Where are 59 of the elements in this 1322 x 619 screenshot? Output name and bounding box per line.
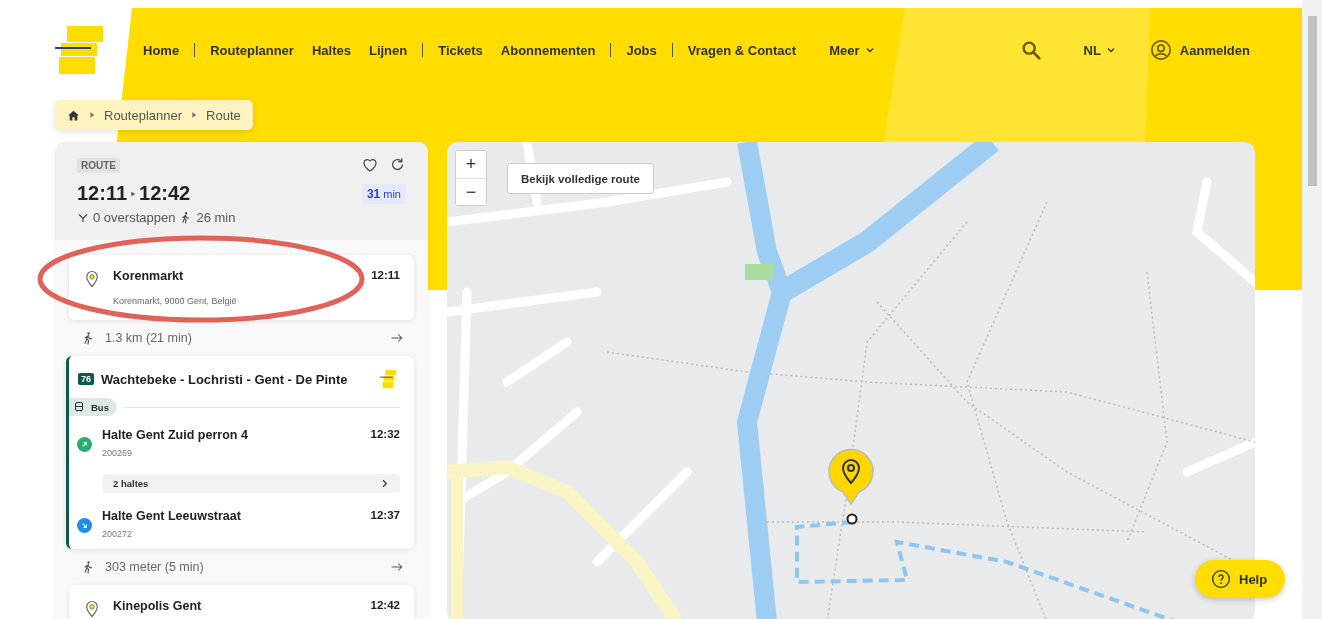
logo-icon[interactable] [55, 25, 103, 75]
nav-link[interactable]: Vragen & Contact [687, 42, 797, 58]
more-menu[interactable]: Meer [829, 42, 876, 58]
transfer-count: 0 overstappen [93, 210, 176, 225]
walk-distance: 303 meter (5 min) [105, 560, 205, 574]
line-title: Wachtebeke - Lochristi - Gent - De Pinte [101, 371, 349, 387]
walking-icon [81, 560, 95, 574]
arrow-right-icon[interactable] [390, 560, 404, 574]
stop-name: Halte Gent Leeuwstraat [102, 509, 242, 523]
language-selector[interactable]: NL [1083, 42, 1117, 58]
place-time: 12:11 [371, 269, 400, 283]
nav-link[interactable]: Home [143, 42, 180, 58]
walking-icon [81, 331, 95, 345]
breadcrumb-link[interactable]: Routeplanner [104, 107, 183, 123]
stop-name: Halte Gent Zuid perron 4 [102, 428, 249, 442]
full-route-button[interactable]: Bekijk volledige route [507, 163, 654, 194]
stop-code: 200269 [102, 448, 134, 458]
refresh-icon[interactable] [389, 156, 406, 173]
heart-icon[interactable] [361, 156, 379, 174]
nav-link[interactable]: Lijnen [368, 42, 408, 58]
departure-time: 12:11 [77, 182, 128, 205]
intermediate-stops-toggle[interactable]: 2 haltes [103, 474, 400, 493]
transfer-icon [77, 211, 89, 224]
question-mark-icon [1211, 569, 1231, 589]
bus-icon [73, 401, 85, 413]
nav-link[interactable]: Haltes [311, 42, 351, 58]
login-button[interactable]: Aanmelden [1149, 39, 1250, 61]
route-label: ROUTE [77, 157, 120, 173]
duration-badge: 31 min [361, 183, 406, 204]
help-button[interactable]: Help [1195, 560, 1286, 598]
nav-link[interactable]: Tickets [438, 42, 483, 58]
stop-code: 200272 [102, 529, 134, 539]
home-icon[interactable] [67, 108, 80, 122]
scrollbar[interactable] [1302, 0, 1322, 619]
place-name: Kinepolis Gent [113, 599, 203, 613]
arrow-right-icon[interactable] [390, 331, 404, 345]
stop-time: 12:32 [370, 428, 400, 440]
location-pin-icon [83, 269, 101, 289]
nav-link[interactable]: Abonnementen [500, 42, 596, 58]
place-card[interactable]: Kinepolis Gent 12:42 [69, 585, 414, 619]
place-card[interactable]: Korenmarkt Korenmarkt, 9000 Gent, België 12:11 [69, 255, 414, 320]
nav-link[interactable]: Jobs [626, 42, 657, 58]
place-address: Korenmarkt, 9000 Gent, België [113, 296, 238, 306]
location-marker-icon[interactable] [827, 447, 875, 505]
breadcrumb-link[interactable]: Route [206, 107, 241, 123]
walk-duration: 26 min [196, 210, 236, 225]
zoom-out-button[interactable]: − [456, 178, 486, 205]
stop-time: 12:37 [370, 509, 400, 521]
line-number: 76 [78, 373, 94, 385]
location-pin-icon [83, 599, 101, 619]
nav-link[interactable]: Routeplanner [210, 42, 294, 58]
place-time: 12:42 [370, 599, 400, 613]
arrival-time: 12:42 [139, 182, 191, 205]
user-icon [1149, 39, 1172, 61]
triangle-right-icon [88, 111, 96, 119]
place-name: Korenmarkt [113, 269, 185, 283]
mode-label: Bus [69, 398, 117, 416]
walk-distance: 1.3 km (21 min) [105, 331, 193, 345]
triangle-right-icon [190, 111, 199, 119]
